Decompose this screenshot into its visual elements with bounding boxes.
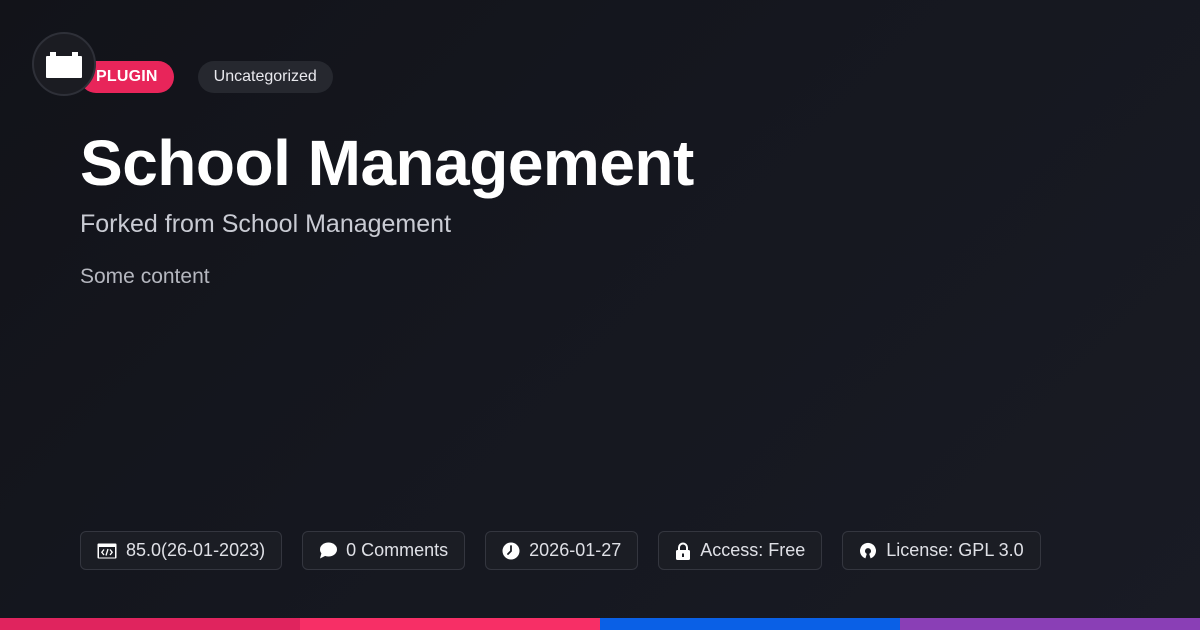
accent-bar-segment-3 [600, 618, 900, 630]
comments-text: 0 Comments [346, 540, 449, 560]
version-chip: 85.0(26-01-2023) [80, 531, 283, 570]
version-text: 85.0(26-01-2023) [126, 540, 266, 560]
date-chip: 2026-01-27 [485, 531, 639, 570]
access-text: Access: Free [700, 540, 806, 560]
plugin-logo [32, 32, 96, 96]
page-title: School Management [80, 127, 694, 199]
category-tag[interactable]: Uncategorized [197, 61, 333, 93]
subtitle: Forked from School Management [80, 210, 452, 238]
clock-icon [502, 542, 520, 560]
license-text: License: GPL 3.0 [886, 540, 1024, 560]
plugin-block-icon [46, 52, 82, 78]
accent-bar-segment-4 [900, 618, 1200, 630]
speech-bubble-icon [319, 542, 338, 559]
content-text: Some content [80, 265, 210, 288]
comments-chip[interactable]: 0 Comments [302, 531, 466, 570]
access-chip: Access: Free [658, 531, 823, 570]
lock-icon [675, 542, 691, 560]
tag-list: PLUGIN Uncategorized [80, 61, 333, 93]
meta-list: 85.0(26-01-2023) 0 Comments 2026-01-27 A… [80, 531, 1041, 570]
accent-bar [0, 618, 1200, 630]
license-chip: License: GPL 3.0 [842, 531, 1041, 570]
accent-bar-segment-2 [300, 618, 600, 630]
open-source-icon [859, 542, 877, 560]
code-window-icon [97, 543, 117, 559]
accent-bar-segment-1 [0, 618, 300, 630]
date-text: 2026-01-27 [529, 540, 622, 560]
